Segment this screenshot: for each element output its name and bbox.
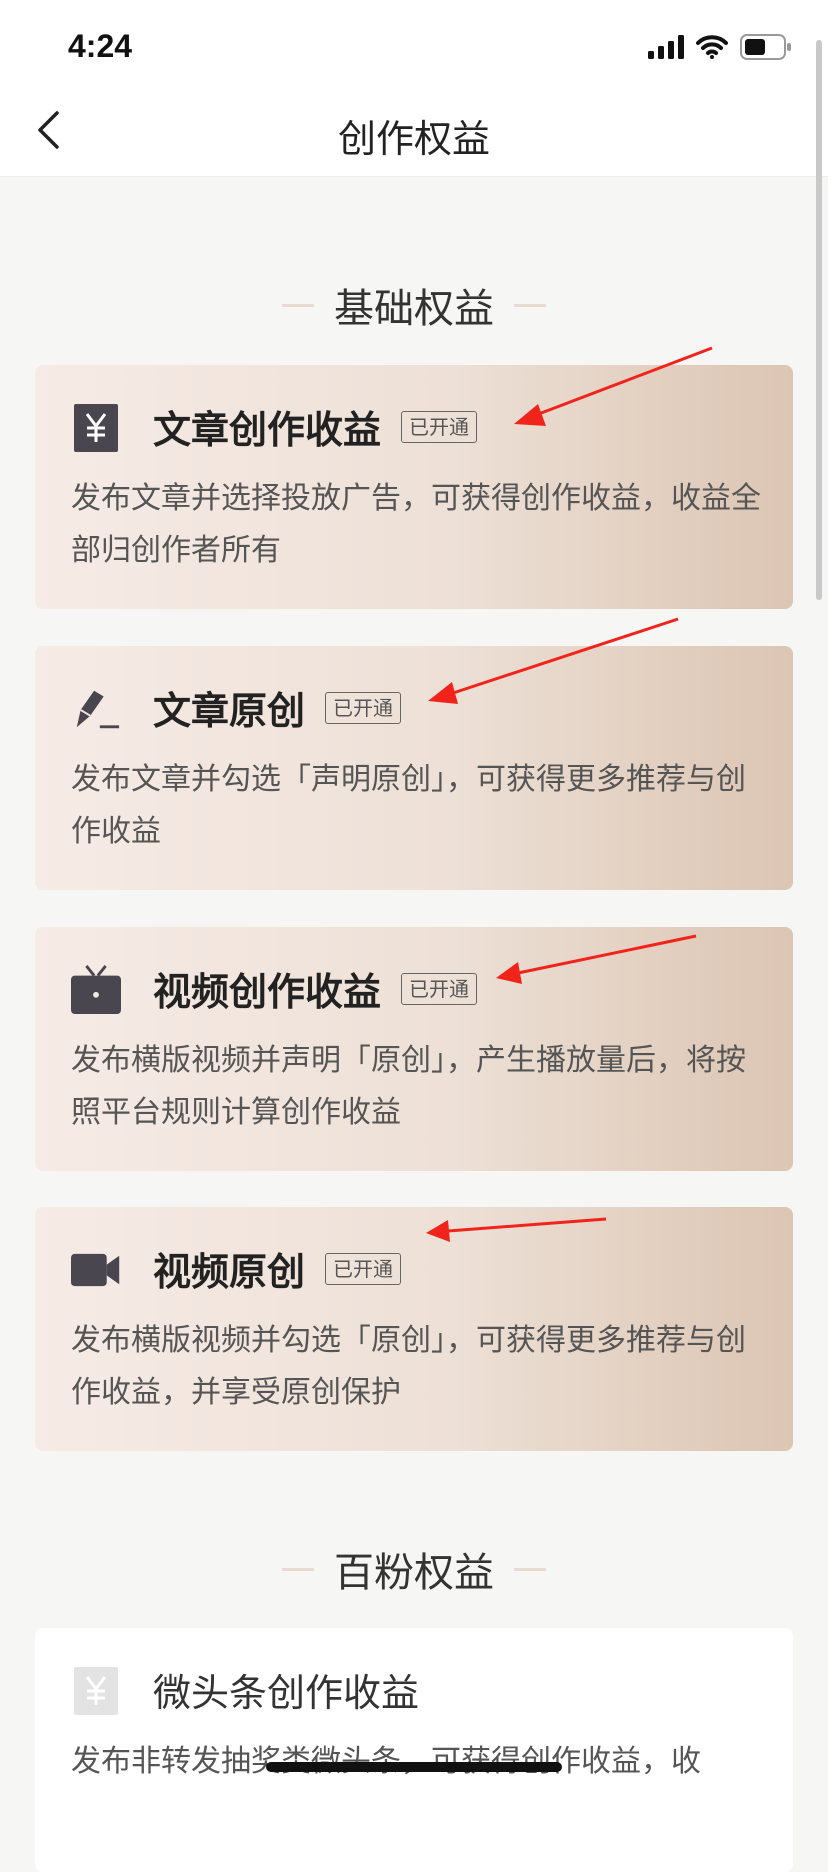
status-time: 4:24 (68, 28, 133, 64)
card-title-row: 微头条创作收益 (153, 1662, 419, 1717)
cellular-signal-icon (648, 35, 684, 63)
pen-icon (71, 682, 121, 736)
battery-icon (740, 34, 792, 64)
status-badge: 已开通 (325, 1252, 402, 1285)
card-title: 视频创作收益 (153, 970, 382, 1014)
benefit-card-article-revenue[interactable]: 文章创作收益 已开通 发布文章并选择投放广告，可获得创作收益，收益全部归创作者所… (35, 365, 793, 609)
benefit-card-article-original[interactable]: 文章原创 已开通 发布文章并勾选「声明原创」，可获得更多推荐与创作收益 (35, 646, 793, 890)
benefit-card-video-revenue[interactable]: 视频创作收益 已开通 发布横版视频并声明「原创」，产生播放量后，将按照平台规则计… (35, 927, 793, 1171)
card-title: 视频原创 (153, 1250, 306, 1294)
card-title-row: 文章原创 已开通 (153, 680, 402, 735)
card-description: 发布横版视频并声明「原创」，产生播放量后，将按照平台规则计算创作收益 (71, 1043, 746, 1130)
status-badge: 已开通 (401, 972, 478, 1005)
card-title-row: 视频创作收益 已开通 (153, 961, 478, 1016)
section-title: 百粉权益 (334, 1550, 494, 1596)
card-title-row: 文章创作收益 已开通 (153, 399, 478, 454)
status-icons (648, 34, 792, 64)
home-indicator (266, 1762, 562, 1772)
section-divider-right (514, 303, 546, 307)
card-description: 发布横版视频并勾选「原创」，可获得更多推荐与创作收益，并享受原创保护 (71, 1323, 746, 1410)
card-title: 微头条创作收益 (153, 1671, 420, 1715)
tv-icon (71, 963, 121, 1017)
card-description: 发布文章并勾选「声明原创」，可获得更多推荐与创作收益 (71, 762, 746, 849)
section-divider-right (514, 1567, 546, 1571)
section-divider-left (282, 1567, 314, 1571)
nav-bar: 创作权益 (0, 88, 828, 177)
page-title: 创作权益 (337, 117, 490, 161)
section-divider-left (282, 303, 314, 307)
benefit-card-video-original[interactable]: 视频原创 已开通 发布横版视频并勾选「原创」，可获得更多推荐与创作收益，并享受原… (35, 1207, 793, 1451)
section-header-hundred-fans: 百粉权益 (0, 1540, 828, 1598)
card-title: 文章创作收益 (153, 408, 382, 452)
section-title: 基础权益 (334, 286, 494, 332)
benefit-card-micro-headline-revenue[interactable]: 微头条创作收益 发布非转发抽奖类微头条，可获得创作收益，收 (35, 1628, 793, 1872)
yuan-icon (71, 401, 121, 455)
section-header-basic: 基础权益 (0, 276, 828, 334)
card-description: 发布文章并选择投放广告，可获得创作收益，收益全部归创作者所有 (71, 481, 761, 568)
wifi-icon (696, 35, 728, 63)
card-title-row: 视频原创 已开通 (153, 1241, 402, 1296)
card-title: 文章原创 (153, 689, 306, 733)
annotation-arrows (426, 346, 713, 1242)
video-camera-icon (71, 1243, 121, 1297)
yuan-icon (71, 1664, 121, 1718)
status-badge: 已开通 (401, 410, 478, 443)
status-badge: 已开通 (325, 691, 402, 724)
status-bar: 4:24 (0, 0, 828, 88)
